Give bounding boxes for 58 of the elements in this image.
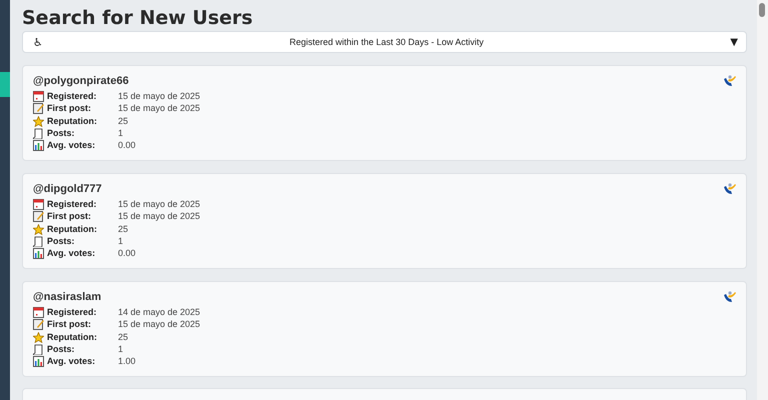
field-value: 25 — [118, 116, 130, 127]
star-icon — [33, 332, 44, 343]
field-value: 0.00 — [118, 248, 137, 260]
memo-icon — [33, 211, 44, 222]
username[interactable]: @dipgold777 — [33, 183, 102, 195]
field-label: Reputation: — [47, 116, 97, 127]
field-label: Posts: — [47, 344, 75, 356]
field-label: First post: — [47, 211, 91, 223]
field-value: 15 de mayo de 2025 — [118, 211, 200, 223]
field-value: 15 de mayo de 2025 — [118, 91, 200, 102]
hands-icon — [723, 75, 737, 87]
field-label: Posts: — [47, 236, 75, 248]
scrollbar-thumb[interactable] — [759, 3, 765, 17]
username[interactable]: @polygonpirate66 — [33, 75, 129, 87]
field-label: Registered: — [47, 91, 97, 102]
calendar-icon — [33, 91, 44, 102]
field-label: Avg. votes: — [47, 356, 96, 368]
star-icon — [33, 224, 44, 235]
field-value: 25 — [118, 332, 130, 343]
field-label: Reputation: — [47, 224, 97, 235]
memo-icon — [33, 103, 44, 114]
field-label: First post: — [47, 103, 91, 115]
field-value: 1 — [118, 236, 124, 248]
calendar-icon — [33, 307, 44, 318]
bar-chart-icon — [33, 356, 44, 368]
field-value: 1 — [118, 344, 124, 356]
page-icon — [33, 236, 44, 248]
bar-chart-icon — [33, 248, 44, 260]
memo-icon — [33, 319, 44, 330]
field-label: Registered: — [47, 199, 97, 210]
field-value: 15 de mayo de 2025 — [118, 103, 200, 115]
dropdown-arrow-icon: ▼ — [730, 36, 738, 48]
field-value: 0.00 — [118, 140, 137, 152]
field-label: Registered: — [47, 307, 97, 318]
star-icon — [33, 116, 44, 127]
field-label: First post: — [47, 319, 91, 331]
field-value: 25 — [118, 224, 130, 235]
page-icon — [33, 344, 44, 356]
hands-icon — [723, 183, 737, 195]
filter-value: Registered within the Last 30 Days - Low Activity — [288, 37, 485, 47]
wheelchair-icon: ♿ — [33, 36, 43, 48]
hands-icon — [723, 291, 737, 303]
field-label: Avg. votes: — [47, 140, 96, 152]
field-value: 15 de mayo de 2025 — [118, 319, 200, 331]
username[interactable]: @nasiraslam — [33, 291, 102, 303]
field-value: 1 — [118, 128, 124, 140]
field-label: Reputation: — [47, 332, 97, 343]
filter-dropdown[interactable]: ♿ Registered within the Last 30 Days - Low Activity ▼ — [22, 31, 747, 53]
field-value: 15 de mayo de 2025 — [118, 199, 200, 210]
field-label: Posts: — [47, 128, 75, 140]
calendar-icon — [33, 199, 44, 210]
field-value: 14 de mayo de 2025 — [118, 307, 200, 318]
sidebar-tab[interactable] — [0, 72, 10, 97]
page-icon — [33, 128, 44, 140]
field-value: 1.00 — [118, 356, 137, 368]
bar-chart-icon — [33, 140, 44, 152]
field-label: Avg. votes: — [47, 248, 96, 260]
page-title: Search for New Users — [22, 6, 254, 30]
